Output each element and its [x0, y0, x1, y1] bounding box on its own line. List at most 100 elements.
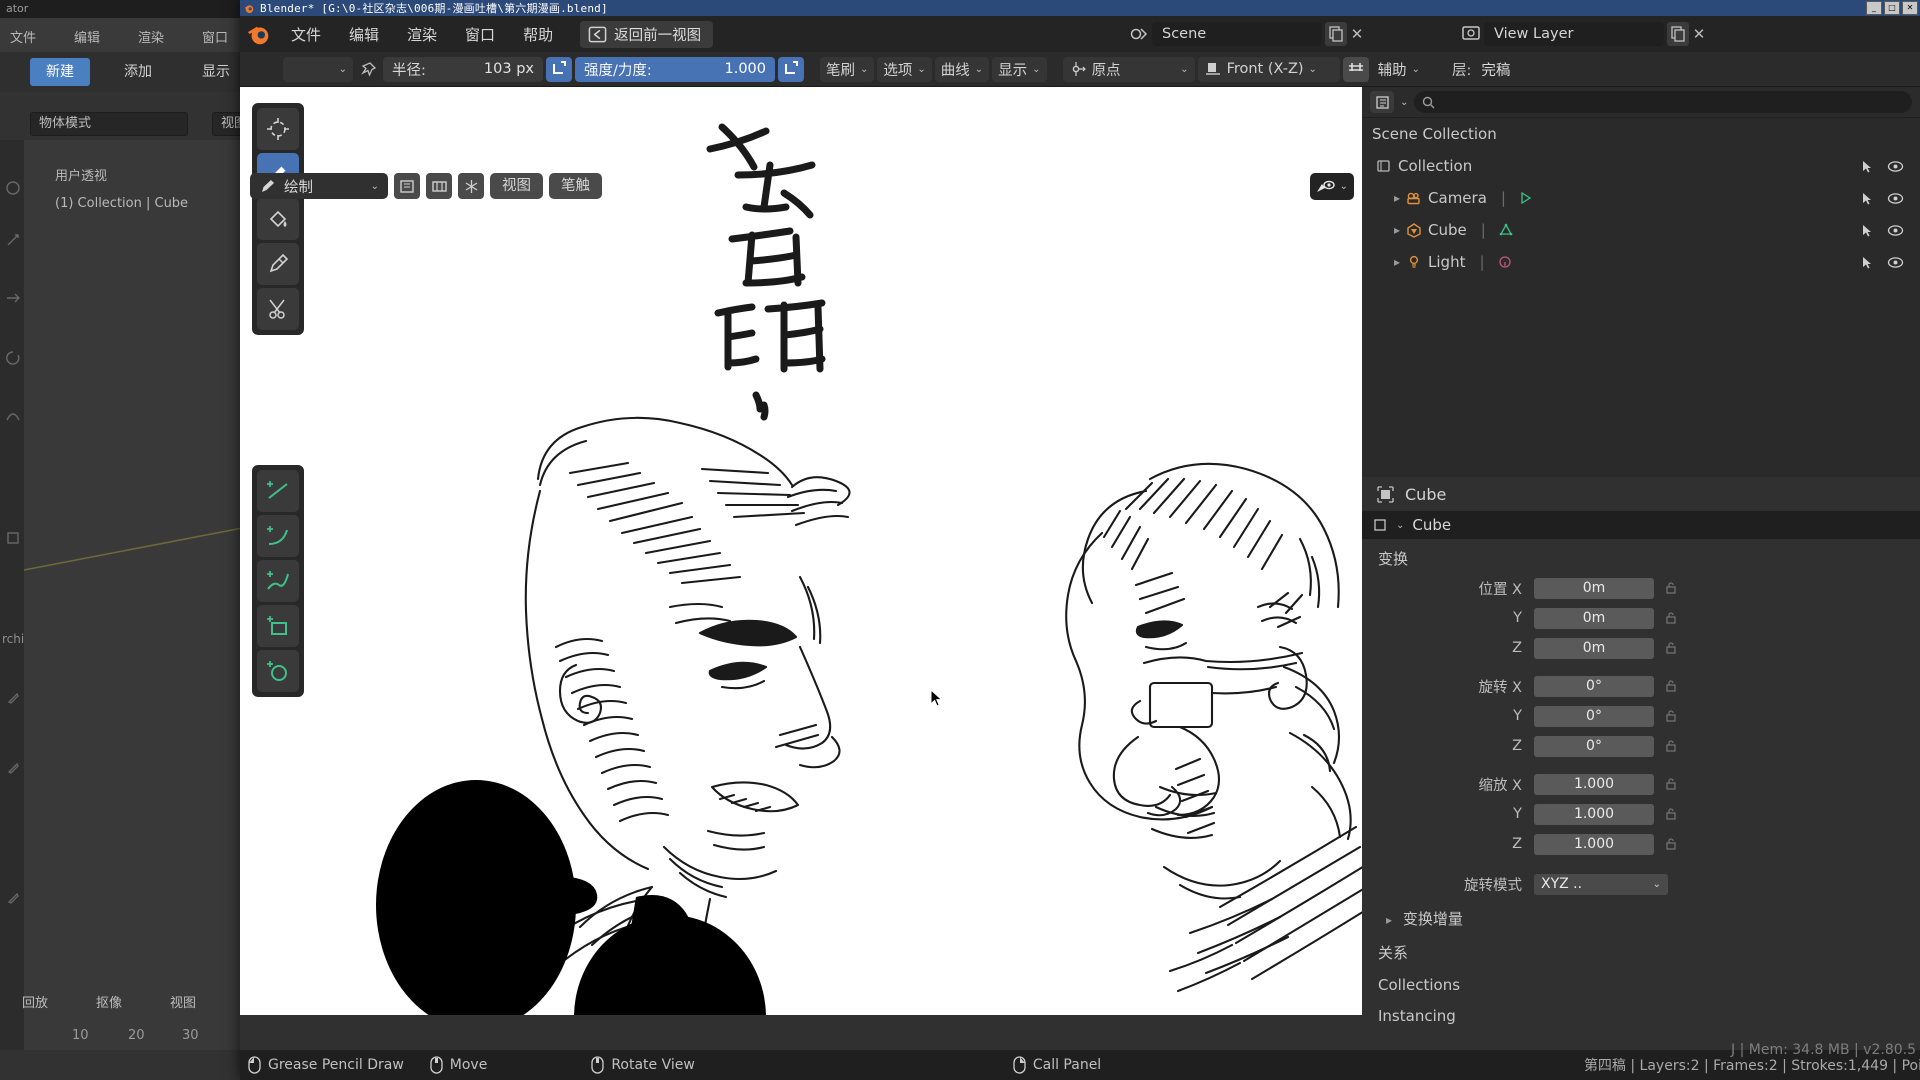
toggle-symmetry[interactable]: [458, 173, 484, 199]
bg-menu-label-3[interactable]: 窗口: [202, 27, 228, 46]
eye-visible-icon-camera[interactable]: [1887, 192, 1904, 205]
new-viewlayer-button[interactable]: [1667, 22, 1689, 46]
bg-menu-label-2[interactable]: 渲染: [138, 27, 164, 46]
stroke-menu[interactable]: 笔触: [549, 173, 602, 199]
field-location-x[interactable]: 0m: [1534, 577, 1654, 599]
bg-rail-icon-4[interactable]: [5, 350, 21, 366]
outliner-row-camera[interactable]: ▸ Camera |: [1362, 182, 1920, 214]
unlock-icon-scale-z[interactable]: [1662, 837, 1680, 851]
close-button[interactable]: ✕: [1902, 1, 1918, 15]
brush-preview-dropdown[interactable]: ⌄: [283, 56, 353, 82]
orientation-dropdown[interactable]: Front (X-Z) ⌄: [1197, 56, 1340, 82]
outliner-row-scene-collection[interactable]: Scene Collection: [1362, 118, 1920, 150]
outliner-search-input[interactable]: [1414, 91, 1912, 113]
grease-pencil-canvas[interactable]: [240, 87, 1362, 1015]
unlock-icon-loc-z[interactable]: [1662, 641, 1680, 655]
remove-viewlayer-button[interactable]: ✕: [1689, 22, 1709, 46]
toggle-onion-skin[interactable]: [394, 173, 420, 199]
tool-box[interactable]: [257, 605, 299, 647]
bg-tab-show[interactable]: 显示: [186, 58, 246, 86]
tool-cursor[interactable]: [257, 108, 299, 150]
unlock-icon-rot-z[interactable]: [1662, 739, 1680, 753]
collections-section[interactable]: Collections: [1362, 967, 1920, 998]
back-to-previous-view-button[interactable]: 返回前一视图: [580, 20, 714, 48]
bg-rail-icon-6[interactable]: [5, 530, 21, 546]
snap-toggle[interactable]: [1342, 56, 1369, 82]
pin-icon[interactable]: [356, 57, 380, 82]
tool-erase[interactable]: [257, 243, 299, 285]
scene-name[interactable]: Scene: [1152, 22, 1322, 46]
view-menu[interactable]: 视图: [490, 173, 543, 199]
brush-menu[interactable]: 笔刷 ⌄: [820, 56, 875, 82]
bg-tab-add[interactable]: 添加: [108, 58, 168, 86]
bg-tab-new[interactable]: 新建: [30, 58, 90, 86]
options-menu[interactable]: 选项 ⌄: [877, 56, 932, 82]
unlock-icon-scale-y[interactable]: [1662, 807, 1680, 821]
visibility-dropdown[interactable]: ⌄: [1309, 173, 1354, 200]
field-rotation-x[interactable]: 0°: [1534, 675, 1654, 697]
maximize-button[interactable]: □: [1884, 1, 1900, 15]
curve-menu[interactable]: 曲线 ⌄: [934, 56, 990, 82]
unlock-icon-rot-x[interactable]: [1662, 679, 1680, 693]
unlock-icon-loc-x[interactable]: [1662, 581, 1680, 595]
light-data-icon[interactable]: [1497, 254, 1513, 270]
tool-curve[interactable]: [257, 560, 299, 602]
disclosure-triangle-cube[interactable]: ▸: [1394, 223, 1400, 237]
remove-scene-button[interactable]: ✕: [1347, 22, 1367, 46]
cursor-select-icon-cube[interactable]: [1860, 223, 1875, 238]
camera-data-icon[interactable]: [1518, 190, 1534, 206]
object-datablock-bar[interactable]: ⌄ Cube: [1362, 511, 1920, 539]
bg-rail-icon-2[interactable]: [5, 232, 21, 248]
layer-value[interactable]: 完稿: [1481, 59, 1510, 80]
mesh-data-icon[interactable]: [1498, 222, 1514, 238]
field-scale-y[interactable]: 1.000: [1534, 803, 1654, 825]
minimize-button[interactable]: _: [1866, 1, 1882, 15]
unlock-icon-scale-x[interactable]: [1662, 777, 1680, 791]
mode-dropdown[interactable]: 绘制 ⌄: [250, 173, 388, 199]
bg-rail-icon-9[interactable]: [5, 890, 21, 906]
disclosure-triangle-light[interactable]: ▸: [1394, 255, 1400, 269]
unlock-icon-rot-y[interactable]: [1662, 709, 1680, 723]
outliner-collection-toggles[interactable]: [1860, 159, 1914, 174]
outliner-row-cube[interactable]: ▸ Cube |: [1362, 214, 1920, 246]
new-scene-button[interactable]: [1325, 22, 1347, 46]
toggle-multiframe[interactable]: [426, 173, 452, 199]
outliner-camera-toggles[interactable]: [1860, 191, 1914, 206]
field-location-z[interactable]: 0m: [1534, 637, 1654, 659]
tool-line[interactable]: [257, 470, 299, 512]
field-rotation-y[interactable]: 0°: [1534, 705, 1654, 727]
radius-pressure-toggle[interactable]: [546, 56, 572, 82]
bg-rail-icon-5[interactable]: [5, 408, 21, 424]
cursor-select-icon-camera[interactable]: [1860, 191, 1875, 206]
bg-menu-label-1[interactable]: 编辑: [74, 27, 100, 46]
window-buttons[interactable]: _ □ ✕: [1866, 1, 1918, 15]
field-scale-x[interactable]: 1.000: [1534, 773, 1654, 795]
tool-arc[interactable]: [257, 515, 299, 557]
tool-circle[interactable]: [257, 650, 299, 692]
field-location-y[interactable]: 0m: [1534, 607, 1654, 629]
brush-strength-field[interactable]: 强度/力度: 1.000: [575, 56, 775, 82]
outliner-row-collection[interactable]: Collection: [1362, 150, 1920, 182]
brush-radius-field[interactable]: 半径: 103 px: [383, 56, 543, 82]
unlock-icon-loc-y[interactable]: [1662, 611, 1680, 625]
strength-pressure-toggle[interactable]: [778, 56, 804, 82]
bg-bottom-btn-2[interactable]: 视图: [170, 992, 196, 1011]
menu-render[interactable]: 渲染: [394, 20, 450, 49]
menu-file[interactable]: 文件: [278, 20, 334, 49]
menu-edit[interactable]: 编辑: [336, 20, 392, 49]
bg-rail-icon-3[interactable]: [5, 290, 21, 306]
disclosure-triangle-delta[interactable]: ▸: [1386, 913, 1392, 927]
cursor-select-icon-light[interactable]: [1860, 255, 1875, 270]
transform-section-title[interactable]: 变换: [1362, 539, 1920, 573]
bg-rail-icon-8[interactable]: [5, 760, 21, 776]
tool-fill[interactable]: [257, 198, 299, 240]
instancing-section[interactable]: Instancing: [1362, 998, 1920, 1029]
tool-cutter[interactable]: [257, 288, 299, 330]
chevron-down-icon-outliner[interactable]: ⌄: [1400, 97, 1408, 108]
outliner-light-toggles[interactable]: [1860, 255, 1914, 270]
field-rotation-z[interactable]: 0°: [1534, 735, 1654, 757]
viewlayer-selector[interactable]: View Layer ✕: [1460, 22, 1709, 46]
scene-selector[interactable]: Scene ✕: [1128, 22, 1367, 46]
viewlayer-name[interactable]: View Layer: [1484, 22, 1664, 46]
disclosure-triangle-camera[interactable]: ▸: [1394, 191, 1400, 205]
